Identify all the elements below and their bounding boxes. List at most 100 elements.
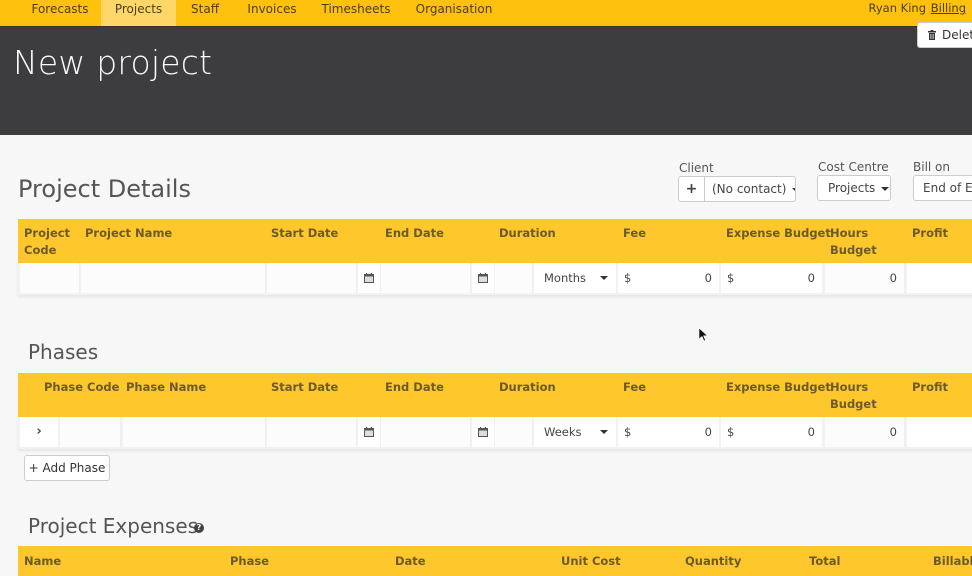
col-expense-budget: Expense Budget	[726, 380, 831, 394]
project-name-input[interactable]	[81, 263, 266, 293]
col-duration: Duration	[499, 226, 556, 240]
col-hours-budget: Hours Budget	[830, 226, 877, 257]
nav-tab-organisation[interactable]: Organisation	[412, 0, 496, 26]
phase-name-input[interactable]	[123, 417, 266, 447]
expense-currency: $	[727, 271, 735, 285]
client-label: Client	[679, 161, 714, 175]
hours-budget-input[interactable]: 0	[825, 417, 905, 447]
col-quantity: Quantity	[685, 554, 742, 568]
expense-budget-value: 0	[807, 271, 815, 285]
end-date-input[interactable]	[381, 263, 471, 293]
caret-down-icon	[600, 276, 608, 280]
billing-link[interactable]: Billing	[931, 0, 966, 16]
client-select[interactable]: (No contact)	[704, 176, 796, 202]
duration-unit-select[interactable]: Months	[534, 263, 616, 293]
nav-tab-label: Forecasts	[31, 2, 89, 16]
chevron-right-icon[interactable]: ›	[20, 417, 58, 447]
caret-down-icon	[600, 430, 608, 434]
col-phase-code: Phase Code	[44, 380, 120, 394]
calendar-icon[interactable]	[358, 417, 380, 447]
end-date-input[interactable]	[381, 417, 471, 447]
fee-currency: $	[624, 271, 632, 285]
user-name[interactable]: Ryan King	[869, 0, 926, 16]
col-project-name: Project Name	[85, 226, 173, 240]
cost-centre-label: Cost Centre	[818, 160, 889, 174]
col-fee: Fee	[623, 226, 646, 240]
client-value: (No contact)	[712, 182, 787, 196]
profit-value	[907, 417, 972, 447]
col-start-date: Start Date	[271, 226, 339, 240]
profit-value	[907, 263, 972, 293]
delete-label: Delete	[942, 28, 972, 42]
cost-centre-select[interactable]: Projects	[817, 175, 891, 201]
duration-unit-value: Weeks	[544, 425, 582, 439]
page-title: New project	[13, 43, 213, 82]
cost-centre-value: Projects	[828, 181, 876, 195]
start-date-input[interactable]	[267, 263, 357, 293]
nav-tab-label: Projects	[114, 2, 163, 16]
calendar-icon[interactable]	[472, 263, 494, 293]
add-client-button[interactable]: +	[678, 176, 705, 202]
nav-tab-label: Staff	[191, 2, 219, 16]
caret-down-icon	[881, 186, 890, 191]
caret-down-icon	[792, 187, 795, 192]
phase-code-input[interactable]	[60, 417, 121, 447]
nav-tab-timesheets[interactable]: Timesheets	[316, 0, 396, 26]
fee-currency: $	[624, 425, 632, 439]
nav-tab-projects[interactable]: Projects	[101, 0, 176, 26]
duration-input[interactable]	[495, 417, 533, 447]
project-expenses-title: Project Expenses	[28, 514, 199, 538]
hours-budget-input[interactable]: 0	[825, 263, 905, 293]
calendar-icon[interactable]	[472, 417, 494, 447]
nav-tab-staff[interactable]: Staff	[180, 0, 230, 26]
col-phase-name: Phase Name	[126, 380, 207, 394]
page-header: New project	[0, 27, 972, 135]
duration-unit-value: Months	[544, 271, 587, 285]
project-details-title: Project Details	[18, 175, 191, 203]
expense-budget-value: 0	[807, 425, 815, 439]
col-fee: Fee	[623, 380, 646, 394]
phases-title: Phases	[28, 340, 99, 364]
nav-tab-label: Invoices	[247, 2, 297, 16]
col-start-date: Start Date	[271, 380, 339, 394]
mouse-cursor-icon	[698, 327, 709, 346]
nav-tab-label: Organisation	[415, 2, 493, 16]
col-name: Name	[24, 554, 62, 568]
col-end-date: End Date	[385, 380, 444, 394]
nav-tab-forecasts[interactable]: Forecasts	[20, 0, 100, 26]
fee-input[interactable]: $0	[618, 263, 719, 293]
project-code-input[interactable]	[20, 263, 80, 293]
start-date-input[interactable]	[267, 417, 357, 447]
col-expense-budget: Expense Budget	[726, 226, 831, 240]
fee-value: 0	[704, 425, 712, 439]
trash-icon	[928, 24, 936, 40]
table-header: Phase Code Phase Name Start Date End Dat…	[18, 373, 972, 417]
project-details-table: Project Code Project Name Start Date End…	[18, 219, 972, 295]
delete-button[interactable]: Delete	[917, 22, 972, 48]
top-nav: Forecasts Projects Staff Invoices Timesh…	[0, 0, 972, 27]
nav-tab-label: Timesheets	[321, 2, 391, 16]
col-profit: Profit	[912, 226, 949, 240]
expense-currency: $	[727, 425, 735, 439]
bill-on-select[interactable]: End of Each Month	[913, 175, 972, 201]
nav-tab-invoices[interactable]: Invoices	[240, 0, 304, 26]
duration-unit-select[interactable]: Weeks	[534, 417, 616, 447]
help-icon[interactable]: ?	[194, 523, 204, 533]
calendar-icon[interactable]	[358, 263, 380, 293]
table-row: Months $0 $0 0	[18, 263, 972, 295]
fee-input[interactable]: $0	[618, 417, 719, 447]
bill-on-label: Bill on	[913, 160, 950, 174]
col-hours-budget: Hours Budget	[830, 380, 877, 411]
expense-budget-input[interactable]: $0	[721, 263, 822, 293]
col-end-date: End Date	[385, 226, 444, 240]
col-total: Total	[809, 554, 841, 568]
fee-value: 0	[704, 271, 712, 285]
add-phase-button[interactable]: + Add Phase	[24, 455, 110, 481]
col-duration: Duration	[499, 380, 556, 394]
col-billable: Billable	[933, 554, 972, 568]
duration-input[interactable]	[495, 263, 533, 293]
expense-budget-input[interactable]: $0	[721, 417, 822, 447]
expenses-table-header: Name Phase Date Unit Cost Quantity Total…	[18, 546, 972, 576]
col-phase: Phase	[230, 554, 270, 568]
table-row: › Weeks $0 $0 0	[18, 417, 972, 449]
